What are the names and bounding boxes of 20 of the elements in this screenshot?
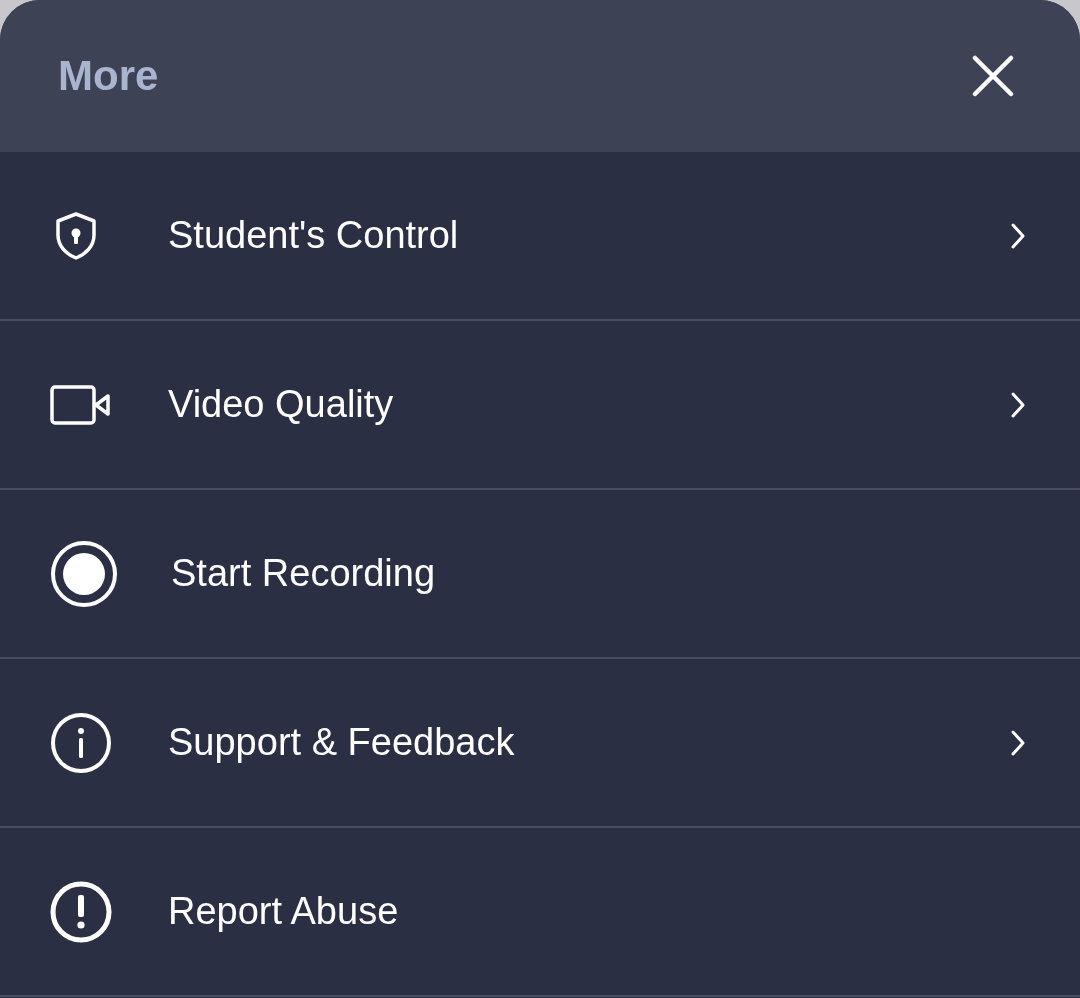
sheet-title: More (58, 52, 159, 100)
chevron-right-icon (1010, 221, 1026, 250)
menu-item[interactable]: Report Abuse (0, 828, 1080, 997)
menu-item[interactable]: Student's Control (0, 152, 1080, 321)
menu-item[interactable]: Start Recording (0, 490, 1080, 659)
menu-item-label: Start Recording (171, 552, 436, 595)
video-camera-icon (50, 384, 112, 425)
menu-item[interactable]: Video Quality (0, 321, 1080, 490)
record-icon (50, 539, 118, 608)
close-icon (972, 55, 1014, 97)
menu-item-label: Student's Control (168, 214, 460, 257)
info-icon (50, 711, 112, 774)
close-button[interactable] (972, 55, 1014, 97)
menu-item-label: Video Quality (168, 383, 395, 426)
alert-icon (50, 880, 112, 943)
chevron-right-icon (1010, 390, 1026, 419)
menu-item-label: Support & Feedback (168, 721, 516, 764)
menu-item[interactable]: Support & Feedback (0, 659, 1080, 828)
chevron-right-icon (1010, 728, 1026, 757)
menu-item-label: Report Abuse (168, 890, 400, 933)
